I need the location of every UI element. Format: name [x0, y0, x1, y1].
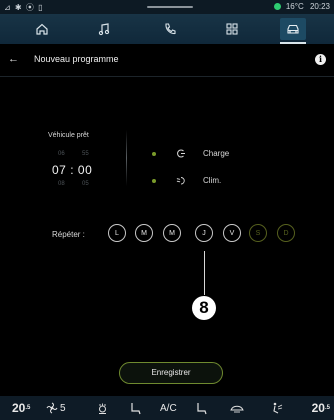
page-title: Nouveau programme: [34, 54, 119, 64]
seat-right-icon: [197, 403, 207, 415]
defrost-button[interactable]: [230, 396, 244, 420]
seat-button[interactable]: [128, 396, 142, 420]
option-clim-label[interactable]: Clim.: [203, 176, 221, 185]
hour-next[interactable]: 08: [58, 181, 65, 187]
minute-previous[interactable]: 55: [82, 151, 89, 157]
seat-heat-button[interactable]: [96, 396, 109, 420]
apps-icon: [226, 23, 238, 35]
save-button[interactable]: Enregistrer: [119, 362, 223, 384]
day-sunday[interactable]: D: [277, 224, 295, 242]
minute-value[interactable]: 00: [78, 163, 92, 177]
clock: 20:23: [309, 2, 330, 11]
day-monday[interactable]: L: [108, 224, 126, 242]
charge-status-dot: [152, 152, 156, 156]
back-arrow-icon[interactable]: ←: [8, 53, 19, 65]
status-right: 16°C 20:23: [273, 2, 330, 11]
callout-number: 8: [192, 296, 216, 320]
nav-music[interactable]: [94, 19, 114, 39]
temp-right-value: 20: [311, 401, 325, 415]
hour-previous[interactable]: 06: [58, 151, 65, 157]
seat-icon: [131, 403, 141, 415]
day-friday[interactable]: V: [223, 224, 241, 242]
minute-next[interactable]: 05: [82, 181, 89, 187]
fan-level: 5: [60, 402, 66, 414]
hour-value[interactable]: 07: [52, 163, 66, 177]
day-saturday[interactable]: S: [249, 224, 267, 242]
page-header: ← Nouveau programme i: [0, 44, 334, 77]
charge-icon: [177, 149, 185, 158]
main-nav: [0, 14, 334, 44]
climate-bar: 20.5 5 A/C 20.5: [0, 396, 334, 420]
temp-left-value: 20: [12, 401, 26, 415]
info-icon[interactable]: i: [315, 54, 326, 65]
clim-status-dot: [152, 179, 156, 183]
defrost-icon: [230, 405, 244, 413]
section-divider: [126, 130, 127, 186]
pull-down-handle[interactable]: [147, 6, 193, 8]
status-icons: ⊿ ✱ ⦿ ▯: [4, 3, 44, 12]
temp-left[interactable]: 20.5: [12, 396, 30, 420]
ac-button[interactable]: A/C: [160, 396, 177, 420]
temp-right-decimal: .5: [324, 405, 330, 411]
fan-control[interactable]: 5: [46, 396, 66, 420]
temp-left-decimal: .5: [25, 405, 31, 411]
music-icon: [98, 23, 110, 36]
callout-line: [204, 251, 205, 295]
airflow-icon: [273, 402, 283, 414]
day-thursday[interactable]: J: [195, 224, 213, 242]
fan-icon: [46, 402, 58, 414]
status-dot-icon: [273, 3, 281, 10]
nav-vehicle[interactable]: [280, 18, 306, 44]
car-icon: [287, 24, 299, 34]
day-tuesday[interactable]: M: [135, 224, 153, 242]
phone-icon: [165, 23, 176, 35]
seat-heat-icon: [99, 403, 106, 414]
nav-phone[interactable]: [160, 19, 180, 39]
clim-icon: [176, 177, 185, 185]
vehicle-ready-label: Véhicule prêt: [48, 132, 89, 139]
seat-right-button[interactable]: [195, 396, 209, 420]
day-wednesday[interactable]: M: [163, 224, 181, 242]
time-separator: :: [70, 163, 75, 177]
temp-right[interactable]: 20.5: [312, 396, 330, 420]
option-charge-label[interactable]: Charge: [203, 149, 229, 158]
status-bar: ⊿ ✱ ⦿ ▯ 16°C 20:23: [0, 0, 334, 14]
nav-home[interactable]: [32, 19, 52, 39]
home-icon: [36, 23, 48, 35]
outside-temperature: 16°C: [285, 2, 304, 11]
time-picker[interactable]: 07 : 00: [52, 163, 92, 177]
airflow-button[interactable]: [270, 396, 284, 420]
nav-apps[interactable]: [222, 19, 242, 39]
repeat-label: Répéter :: [52, 230, 85, 239]
